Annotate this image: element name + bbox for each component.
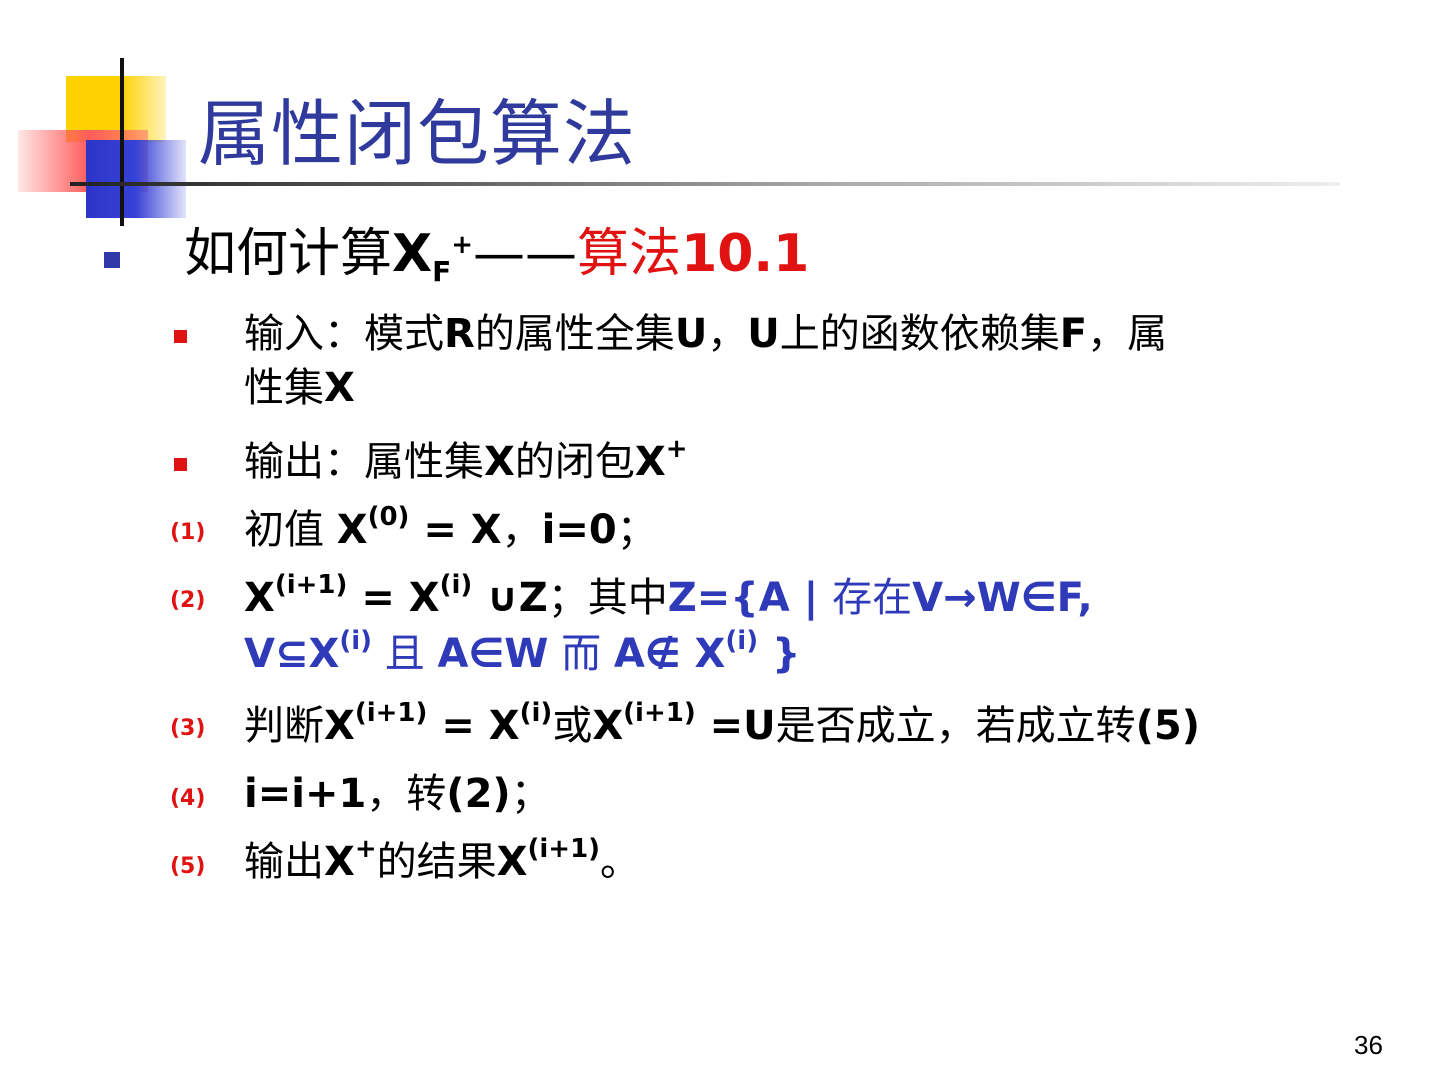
bullet-square-icon [174,330,187,343]
text: 初值 [244,507,337,553]
text: A∉ X [613,631,726,677]
text: X [592,703,624,749]
text: (0) [367,502,410,532]
text: X [244,575,275,621]
heading-line: 如何计算XF+——算法10.1 [184,222,809,286]
step-5-line: 输出X+的结果X(i+1)。 [244,834,640,890]
text: = X [427,703,520,749]
step-1-line: 初值 X(0) = X，i=0； [244,502,657,558]
text: (5) [1135,703,1201,749]
step-number: (3) [170,716,206,741]
input-line-2: 性集X [244,360,355,416]
text: (i) [339,626,372,656]
text: ，转 [366,771,447,817]
heading-algo: 算法 [577,224,682,284]
text: = X [347,575,440,621]
text: 且 [372,631,438,677]
text: U [747,311,780,357]
text: X [336,507,368,553]
text: U [674,311,708,357]
text: 存在 [832,575,913,621]
text: (i) [519,698,553,728]
step-4-line: i=i+1，转(2)； [244,766,551,822]
heading-sub: F [432,255,452,288]
text: Z={A | [667,575,833,621]
text: ∪Z [472,575,548,621]
text: X [634,439,666,485]
text: A∈W [437,631,549,677]
text: (i) [725,626,759,656]
text: (i+1) [354,698,428,728]
text: V⊆X [244,631,340,677]
text: } [758,631,801,677]
text: X [324,703,355,749]
decor-blue-square [86,140,186,218]
text: ； [616,507,657,553]
text: 或 [552,703,593,749]
text: (i+1) [274,570,348,600]
text: R [444,311,475,357]
step-3-line: 判断X(i+1) = X(i)或X(i+1) =U是否成立，若成立转(5) [244,698,1200,754]
text: F [1059,311,1088,357]
text: 而 [548,631,614,677]
text: X [484,439,515,485]
heading-lead: 如何计算 [184,224,393,284]
text: 性集 [244,365,324,411]
text: ；其中 [547,575,668,621]
text: (i+1) [623,698,696,728]
bullet-square-icon [104,252,120,268]
step-number: (1) [170,520,206,545]
text: X [324,839,355,885]
heading-algo-num: 10.1 [681,224,810,284]
text: ， [707,311,748,357]
heading-dash: —— [473,224,578,284]
bullet-square-icon [174,458,187,471]
text: 输出 [244,839,324,885]
text: 是否成立，若成立转 [775,703,1136,749]
text: 。 [600,839,641,885]
text: ； [510,771,551,817]
text: = X [409,507,502,553]
text: V→W∈F, [912,575,1093,621]
heading-sup: + [451,230,474,260]
text: =U [695,703,776,749]
text: i=0 [541,507,617,553]
text: 判断 [244,703,324,749]
decor-vertical-line [120,58,124,226]
text: (i+1) [527,834,601,864]
step-number: (5) [170,854,206,879]
title-underline [70,182,1340,186]
text: X [324,365,355,411]
text: i=i+1 [244,771,367,817]
text: X [496,839,528,885]
step-number: (4) [170,786,206,811]
text: 输入：模式 [244,311,444,357]
heading-x: X [392,224,433,284]
output-line: 输出：属性集X的闭包X+ [244,434,687,490]
page-number: 36 [1354,1030,1383,1060]
text: + [354,834,377,864]
text: 上的函数依赖集 [779,311,1060,357]
text: 的结果 [376,839,497,885]
text: + [665,434,688,464]
text: ， [501,507,542,553]
input-line-1: 输入：模式R的属性全集U，U上的函数依赖集F，属 [244,306,1167,362]
text: 的闭包 [514,439,635,485]
text: (i) [439,570,473,600]
step-number: (2) [170,588,206,613]
step-2-line-2: V⊆X(i) 且 A∈W 而 A∉ X(i) } [244,626,801,682]
text: (2) [446,771,511,817]
slide-title: 属性闭包算法 [198,92,637,176]
text: 的属性全集 [474,311,675,357]
text: 输出：属性集 [244,439,484,485]
text: ，属 [1087,311,1168,357]
step-2-line-1: X(i+1) = X(i) ∪Z；其中Z={A | 存在V→W∈F, [244,570,1093,626]
